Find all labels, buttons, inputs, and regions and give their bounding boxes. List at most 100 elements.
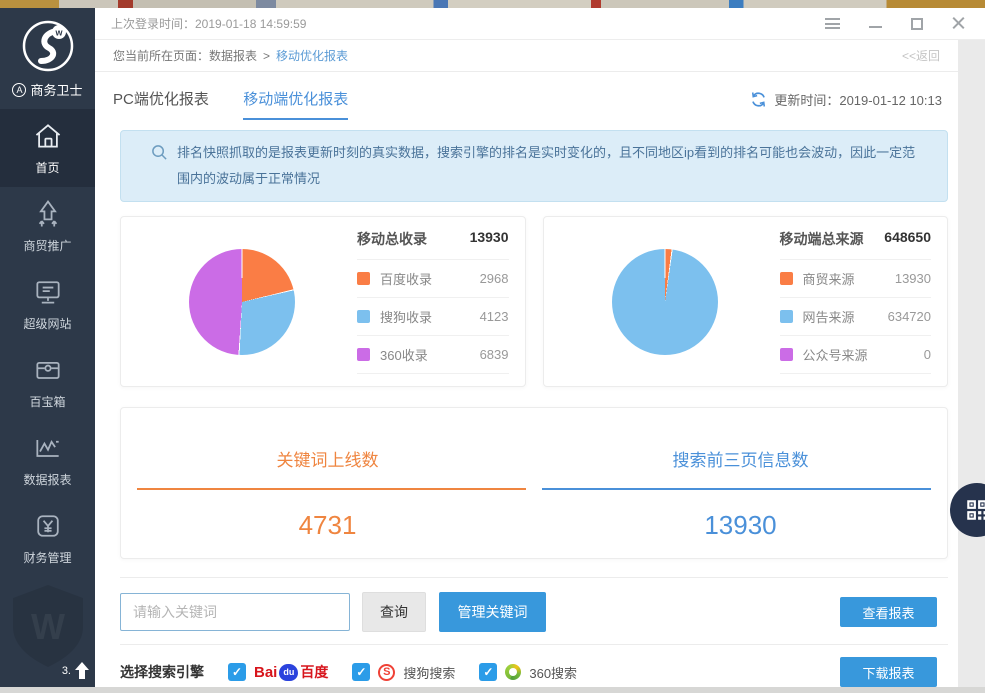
legend-label: 搜狗收录	[380, 310, 433, 325]
360-checkbox[interactable]	[479, 663, 498, 681]
maximize-icon[interactable]	[911, 17, 923, 30]
download-report-button[interactable]: 下载报表	[840, 657, 937, 687]
legend-row: 网告来源 634720	[779, 298, 931, 336]
last-login-time: 上次登录时间：2019-01-18 14:59:59	[111, 17, 307, 31]
legend-label: 网告来源	[802, 310, 855, 325]
legend-title: 移动总收录	[357, 231, 427, 247]
sogou-checkbox[interactable]	[352, 663, 371, 681]
window-controls	[825, 17, 965, 30]
sidebar-item-website[interactable]: 超级网站	[0, 265, 95, 343]
swatch-trade	[779, 272, 793, 285]
view-report-button[interactable]: 查看报表	[840, 597, 937, 627]
brand-badge-icon: A	[12, 82, 27, 97]
mobile-source-pie-chart	[611, 248, 718, 355]
legend-value: 6839	[479, 347, 509, 362]
tabs-row: PC端优化报表 移动端优化报表 更新时间：2019-01-12 10:13	[95, 72, 958, 120]
legend-value: 2968	[479, 271, 509, 286]
sidebar-item-promotion[interactable]: 商贸推广	[0, 187, 95, 265]
stat-value: 4731	[298, 510, 357, 540]
baidu-logo: Bai du 百度	[254, 662, 328, 682]
sidebar-item-label: 财务管理	[23, 551, 72, 565]
window-titlebar: 上次登录时间：2019-01-18 14:59:59	[95, 8, 985, 40]
swatch-sogou	[357, 310, 370, 323]
update-time-text: 更新时间：2019-01-12 10:13	[774, 93, 942, 108]
breadcrumb-prefix: 您当前所在页面：	[113, 49, 210, 63]
magnifier-icon	[152, 145, 167, 160]
mobile-source-card: 移动端总来源 648650 商贸来源 13930 网告来源 634720 公众号…	[542, 216, 948, 387]
baidu-logo-cn: 百度	[300, 664, 329, 680]
update-time-box: 更新时间：2019-01-12 10:13	[750, 90, 942, 109]
report-chart-icon	[35, 439, 59, 457]
tab-mobile-report[interactable]: 移动端优化报表	[243, 88, 349, 120]
keyword-input[interactable]	[120, 593, 350, 631]
minimize-icon[interactable]	[869, 25, 882, 28]
sidebar-item-label: 商贸推广	[23, 239, 72, 253]
svg-text:W: W	[31, 606, 65, 647]
sidebar-item-label: 数据报表	[23, 473, 72, 487]
sidebar-item-finance[interactable]: 财务管理	[0, 499, 95, 577]
legend-total: 648650	[884, 229, 931, 245]
sidebar-item-toolbox[interactable]: 百宝箱	[0, 343, 95, 421]
legend-label: 公众号来源	[802, 348, 868, 363]
svg-text:w: w	[54, 28, 63, 38]
engine-item-sogou: S 搜狗搜索	[352, 663, 455, 682]
engine-row-label: 选择搜索引擎	[120, 664, 204, 680]
back-link[interactable]: <<返回	[902, 47, 940, 64]
stat-top3-pages: 搜索前三页信息数 13930	[534, 408, 947, 558]
keyword-toolbar: 查询 管理关键词 查看报表	[120, 592, 948, 632]
promotion-icon	[38, 200, 57, 227]
baidu-paw-icon: du	[279, 663, 299, 681]
query-button[interactable]: 查询	[362, 592, 426, 632]
stat-underline	[137, 488, 526, 490]
desktop-background-sliver	[0, 0, 985, 8]
sogou-logo-icon: S	[378, 663, 396, 681]
tab-pc-report[interactable]: PC端优化报表	[113, 88, 209, 118]
stat-title: 关键词上线数	[276, 451, 379, 470]
home-icon	[35, 124, 60, 148]
desktop-taskbar-sliver	[0, 687, 985, 693]
upgrade-arrow-icon[interactable]	[74, 661, 90, 681]
legend-value: 634720	[887, 309, 931, 324]
stat-value: 13930	[704, 510, 777, 540]
main-area: 上次登录时间：2019-01-18 14:59:59 您当前所在页面： 数据报表…	[95, 8, 985, 687]
legend: 移动总收录 13930 百度收录 2968 搜狗收录 4123 360收录 68…	[357, 229, 509, 374]
menu-icon[interactable]	[825, 18, 840, 29]
legend-row: 360收录 6839	[357, 336, 509, 374]
legend-title: 移动端总来源	[779, 231, 864, 247]
swirl-logo-icon: w	[22, 20, 73, 72]
close-icon[interactable]	[952, 17, 965, 30]
sidebar: w A 商务卫士 首页 商贸推广 超级网站 百宝箱 数据报表 财务管理 W 3.	[0, 8, 95, 687]
monitor-icon	[35, 281, 60, 304]
refresh-icon[interactable]	[750, 91, 767, 108]
stat-keywords-online: 关键词上线数 4731	[121, 408, 534, 558]
baidu-checkbox[interactable]	[228, 663, 246, 681]
legend-row: 公众号来源 0	[779, 336, 931, 374]
notice-text: 排名快照抓取的是报表更新时刻的真实数据，搜索引擎的排名是实时变化的，且不同地区i…	[177, 145, 916, 186]
swatch-wechat	[779, 348, 793, 361]
stats-card: 关键词上线数 4731 搜索前三页信息数 13930	[120, 407, 948, 559]
version-label: 3.	[61, 665, 71, 677]
legend-value: 4123	[479, 309, 509, 324]
divider	[120, 644, 948, 645]
pie-cards-row: 移动总收录 13930 百度收录 2968 搜狗收录 4123 360收录 68…	[120, 216, 948, 387]
sidebar-item-home[interactable]: 首页	[0, 109, 95, 187]
brand-row: A 商务卫士	[0, 80, 95, 99]
toolbox-icon	[35, 362, 60, 379]
mobile-index-pie-chart	[189, 248, 295, 355]
swatch-web	[779, 310, 793, 323]
app-logo: w	[0, 8, 95, 74]
sogou-logo-text: 搜狗搜索	[403, 665, 456, 681]
breadcrumb-section: 数据报表	[209, 49, 258, 63]
manage-keywords-button[interactable]: 管理关键词	[439, 592, 546, 632]
divider	[120, 577, 948, 578]
360-logo-text: 360搜索	[529, 665, 578, 681]
sidebar-item-label: 百宝箱	[29, 395, 66, 409]
legend-value: 0	[923, 347, 931, 362]
sidebar-item-reports[interactable]: 数据报表	[0, 421, 95, 499]
legend-row: 商贸来源 13930	[779, 260, 931, 298]
mobile-index-card: 移动总收录 13930 百度收录 2968 搜狗收录 4123 360收录 68…	[120, 216, 526, 387]
engine-item-baidu: Bai du 百度	[228, 662, 328, 682]
brand-name: 商务卫士	[30, 83, 83, 98]
legend-title-row: 移动总收录 13930	[357, 229, 509, 260]
content-panel: 您当前所在页面： 数据报表 > 移动优化报表 <<返回 PC端优化报表 移动端优…	[95, 40, 958, 687]
